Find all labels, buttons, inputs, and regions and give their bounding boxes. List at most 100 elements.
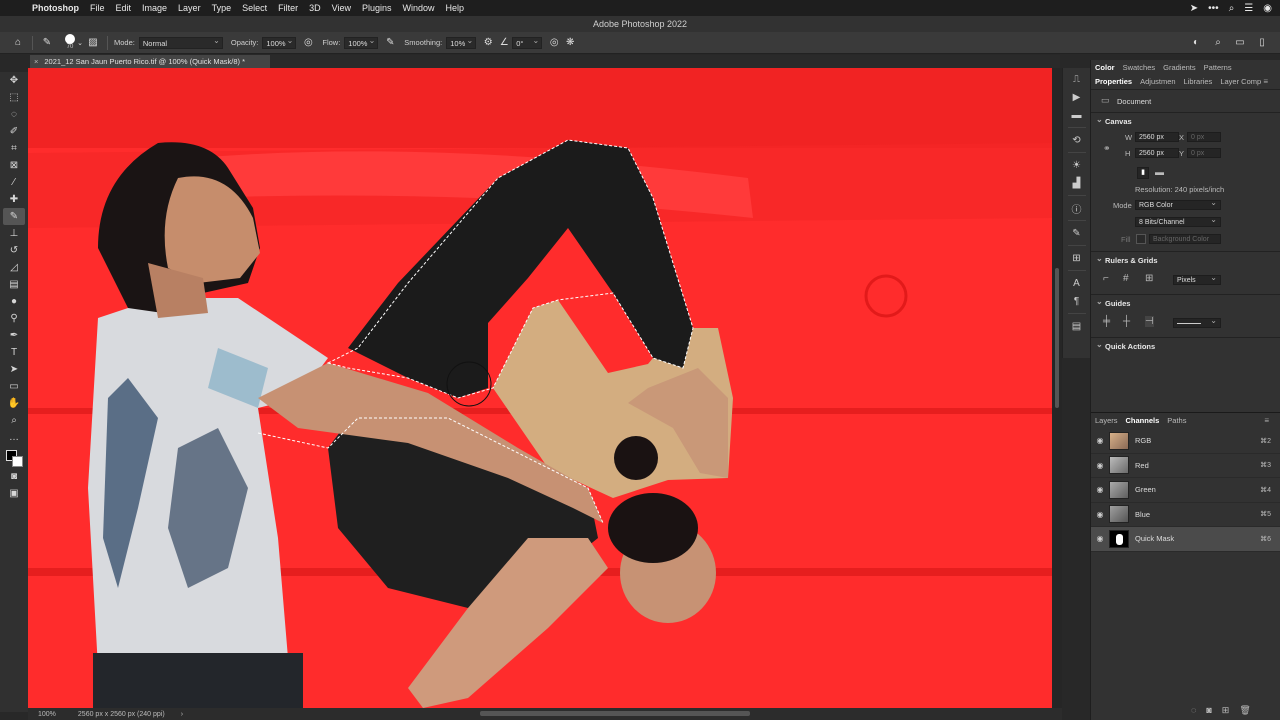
- home-icon[interactable]: ⌂: [10, 35, 26, 51]
- angle-icon[interactable]: ∠: [496, 35, 512, 51]
- stamp-tool-icon[interactable]: ⊥: [3, 225, 25, 242]
- history-icon[interactable]: ⟲: [1067, 131, 1087, 149]
- control-center-icon[interactable]: ☰: [1244, 3, 1253, 14]
- tab-gradients[interactable]: Gradients: [1163, 63, 1196, 72]
- menu-layer[interactable]: Layer: [178, 3, 201, 13]
- tab-layers[interactable]: Layers: [1095, 416, 1118, 425]
- channel-row-blue[interactable]: ◉ Blue ⌘5: [1091, 503, 1280, 527]
- zoom-tool-icon[interactable]: ⌕: [3, 412, 25, 429]
- adjustments-icon[interactable]: ☀: [1067, 156, 1087, 174]
- tab-patterns[interactable]: Patterns: [1204, 63, 1232, 72]
- tab-swatches[interactable]: Swatches: [1123, 63, 1156, 72]
- canvas-section-header[interactable]: Canvas: [1091, 115, 1280, 131]
- y-field[interactable]: 0 px: [1187, 148, 1221, 158]
- tab-color[interactable]: Color: [1095, 63, 1115, 72]
- history-brush-tool-icon[interactable]: ↺: [3, 242, 25, 259]
- channel-row-quick-mask[interactable]: ◉ Quick Mask ⌘6: [1091, 527, 1280, 552]
- more-icon[interactable]: •••: [1208, 3, 1219, 14]
- opacity-field[interactable]: 100%: [262, 35, 297, 49]
- channel-row-green[interactable]: ◉ Green ⌘4: [1091, 478, 1280, 503]
- new-guide-icon[interactable]: ┼: [1123, 316, 1130, 327]
- crop-tool-icon[interactable]: ⌗: [3, 140, 25, 157]
- shape-tool-icon[interactable]: ▭: [3, 378, 25, 395]
- eye-icon[interactable]: ◉: [1091, 461, 1109, 470]
- scroll-thumb[interactable]: [1055, 268, 1059, 408]
- panel-menu-icon[interactable]: ≡: [1264, 416, 1269, 425]
- eyedropper-tool-icon[interactable]: ⁄: [3, 174, 25, 191]
- quick-mask-icon[interactable]: ◙: [3, 468, 25, 485]
- link-icon[interactable]: ⚭: [1103, 143, 1111, 154]
- quick-actions-header[interactable]: Quick Actions: [1091, 340, 1280, 356]
- eye-icon[interactable]: ◉: [1091, 510, 1109, 519]
- color-mode-dropdown[interactable]: RGB Color: [1135, 198, 1221, 210]
- marquee-tool-icon[interactable]: ⬚: [3, 89, 25, 106]
- brush-tool-icon[interactable]: ✎: [3, 208, 25, 225]
- panel-icon[interactable]: ▯: [1254, 35, 1270, 51]
- tab-libraries[interactable]: Libraries: [1184, 77, 1213, 86]
- trash-icon[interactable]: 🗑: [1239, 705, 1250, 716]
- info-icon[interactable]: ⓘ: [1067, 199, 1087, 217]
- tab-layer-comps[interactable]: Layer Comp: [1220, 77, 1261, 86]
- pressure-size-icon[interactable]: ◎: [546, 35, 562, 51]
- eye-icon[interactable]: ◉: [1091, 534, 1109, 543]
- menu-image[interactable]: Image: [142, 3, 167, 13]
- mode-dropdown[interactable]: Normal: [138, 35, 223, 49]
- healing-tool-icon[interactable]: ✚: [3, 191, 25, 208]
- fill-dropdown[interactable]: Background Color: [1149, 234, 1221, 244]
- menu-edit[interactable]: Edit: [116, 3, 132, 13]
- airbrush-icon[interactable]: ✎: [382, 35, 398, 51]
- new-channel-icon[interactable]: ⊞: [1222, 705, 1230, 716]
- comment-icon[interactable]: ▬: [1067, 106, 1087, 124]
- horizontal-scrollbar[interactable]: [480, 711, 750, 716]
- eraser-tool-icon[interactable]: ◿: [3, 259, 25, 276]
- quick-select-tool-icon[interactable]: ✐: [3, 123, 25, 140]
- load-selection-icon[interactable]: ◌: [1191, 705, 1196, 716]
- play-icon[interactable]: ▶: [1067, 88, 1087, 106]
- save-selection-icon[interactable]: ◙: [1206, 705, 1211, 716]
- share-icon[interactable]: ◐: [1188, 35, 1204, 51]
- menu-file[interactable]: File: [90, 3, 105, 13]
- menu-type[interactable]: Type: [212, 3, 232, 13]
- guide-style-dropdown[interactable]: [1173, 316, 1221, 328]
- path-select-tool-icon[interactable]: ➤: [3, 361, 25, 378]
- channel-row-red[interactable]: ◉ Red ⌘3: [1091, 454, 1280, 478]
- histogram-icon[interactable]: ⎍: [1067, 70, 1087, 88]
- eye-icon[interactable]: ◉: [1091, 485, 1109, 494]
- menu-select[interactable]: Select: [242, 3, 267, 13]
- chevron-down-icon[interactable]: ⌄: [75, 35, 85, 51]
- bit-depth-dropdown[interactable]: 8 Bits/Channel: [1135, 215, 1221, 227]
- notes-icon[interactable]: ▤: [1067, 317, 1087, 335]
- close-icon[interactable]: ×: [34, 57, 38, 66]
- tab-adjustments[interactable]: Adjustmen: [1140, 77, 1175, 86]
- brush-settings-icon[interactable]: ▨: [85, 35, 101, 51]
- color-swatches[interactable]: [4, 448, 24, 468]
- blur-tool-icon[interactable]: ●: [3, 293, 25, 310]
- pen-tool-icon[interactable]: ✒: [3, 327, 25, 344]
- character-icon[interactable]: A: [1067, 274, 1087, 292]
- zoom-level[interactable]: 100%: [38, 711, 56, 718]
- siri-icon[interactable]: ◉: [1263, 3, 1272, 14]
- levels-icon[interactable]: ▟: [1067, 174, 1087, 192]
- search-icon[interactable]: ⌕: [1210, 35, 1226, 51]
- pressure-opacity-icon[interactable]: ◎: [300, 35, 316, 51]
- grid-icon[interactable]: #: [1123, 273, 1129, 284]
- type-tool-icon[interactable]: T: [3, 344, 25, 361]
- document-tab[interactable]: × 2021_12 San Jaun Puerto Rico.tif @ 100%…: [30, 55, 270, 68]
- pixel-grid-icon[interactable]: ⊞: [1145, 273, 1153, 284]
- brush-tool-icon[interactable]: ✎: [39, 35, 55, 51]
- brush-preset-picker[interactable]: 70: [65, 34, 75, 51]
- panel-menu-icon[interactable]: ≡: [1263, 77, 1268, 86]
- menu-3d[interactable]: 3D: [309, 3, 321, 13]
- rulers-grids-header[interactable]: Rulers & Grids: [1091, 254, 1280, 270]
- smoothing-field[interactable]: 10%: [446, 35, 477, 49]
- tab-properties[interactable]: Properties: [1095, 77, 1132, 86]
- lasso-tool-icon[interactable]: ◌: [3, 106, 25, 123]
- symmetry-icon[interactable]: ❋: [562, 35, 578, 51]
- angle-field[interactable]: 0°: [512, 35, 543, 49]
- guide-layout-icon[interactable]: ╪: [1103, 316, 1110, 327]
- menu-app[interactable]: Photoshop: [32, 3, 79, 13]
- gradient-tool-icon[interactable]: ▤: [3, 276, 25, 293]
- background-color[interactable]: [12, 456, 23, 467]
- x-field[interactable]: 0 px: [1187, 132, 1221, 142]
- brush-settings-icon[interactable]: ✎: [1067, 224, 1087, 242]
